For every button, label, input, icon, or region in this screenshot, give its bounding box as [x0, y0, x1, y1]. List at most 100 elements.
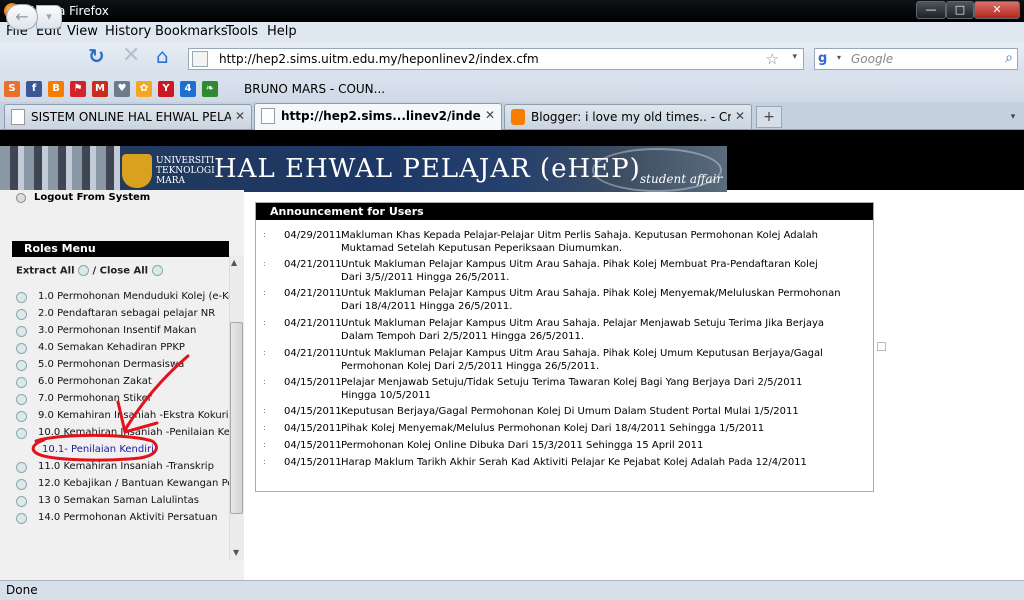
- announcement-date: 04/21/2011: [284, 348, 342, 359]
- menu-item-label[interactable]: 6.0 Permohonan Zakat: [38, 376, 152, 387]
- search-icon[interactable]: ⌕: [1005, 50, 1013, 66]
- tab-close-icon[interactable]: ✕: [485, 108, 495, 122]
- menu-bullet-icon: [16, 326, 27, 337]
- menu-item-label[interactable]: 7.0 Permohonan Stiker: [38, 393, 152, 404]
- close-all-icon[interactable]: [151, 265, 163, 276]
- bm-icon-9[interactable]: 4: [180, 81, 196, 97]
- close-all-link[interactable]: / Close All: [93, 266, 149, 277]
- extract-all-link[interactable]: Extract All: [16, 266, 75, 277]
- bm-icon-4[interactable]: ⚑: [70, 81, 86, 97]
- announcement-bullet: :: [263, 423, 266, 432]
- url-history-dropdown-icon[interactable]: ▾: [792, 52, 797, 62]
- bm-icon-6[interactable]: ♥: [114, 81, 130, 97]
- menu-item[interactable]: 1.0 Permohonan Menduduki Kolej (e-Kolej): [16, 290, 229, 306]
- bm-icon-1[interactable]: S: [4, 81, 20, 97]
- menu-item-label[interactable]: 9.0 Kemahiran Insaniah -Ekstra Kokurikul…: [38, 410, 229, 421]
- menu-item-label[interactable]: 5.0 Permohonan Dermasiswa: [38, 359, 184, 370]
- menu-subitem[interactable]: 10.1- Penilaian Kendiri: [16, 443, 229, 459]
- home-icon[interactable]: ⌂: [156, 46, 178, 68]
- back-button[interactable]: ←: [6, 4, 38, 30]
- tab-blogger[interactable]: Blogger: i love my old times.. - Crea...…: [504, 104, 752, 129]
- forward-dropdown-button[interactable]: ▾: [36, 5, 62, 29]
- tab-close-icon[interactable]: ✕: [735, 109, 745, 123]
- menu-item[interactable]: 6.0 Permohonan Zakat: [16, 375, 229, 391]
- search-engine-dropdown-icon[interactable]: ▾: [837, 53, 841, 62]
- bm-icon-5[interactable]: M: [92, 81, 108, 97]
- url-text[interactable]: http://hep2.sims.uitm.edu.my/heponlinev2…: [219, 52, 539, 66]
- menu-item-label[interactable]: 13 0 Semakan Saman Lalulintas: [38, 495, 199, 506]
- menu-item-label[interactable]: 2.0 Pendaftaran sebagai pelajar NR: [38, 308, 215, 319]
- menu-item-label[interactable]: 10.0 Kemahiran Insaniah -Penilaian Kendi…: [38, 427, 229, 438]
- minimize-button[interactable]: —: [916, 1, 946, 19]
- menu-item-label[interactable]: 12.0 Kebajikan / Bantuan Kewangan Pelaja…: [38, 478, 229, 489]
- menu-item[interactable]: 5.0 Permohonan Dermasiswa: [16, 358, 229, 374]
- menu-item[interactable]: 14.0 Permohonan Aktiviti Persatuan: [16, 511, 229, 527]
- menu-bullet-icon: [16, 513, 27, 524]
- bookmark-star-icon[interactable]: ☆: [766, 50, 779, 68]
- google-engine-icon[interactable]: g: [818, 51, 834, 67]
- announcement-bullet: :: [263, 377, 266, 386]
- menu-item[interactable]: 10.0 Kemahiran Insaniah -Penilaian Kendi…: [16, 426, 229, 442]
- menu-item[interactable]: 4.0 Semakan Kehadiran PPKP: [16, 341, 229, 357]
- stop-icon[interactable]: ✕: [122, 45, 142, 67]
- status-text: Done: [6, 583, 38, 597]
- menu-item-label[interactable]: 11.0 Kemahiran Insaniah -Transkrip: [38, 461, 214, 472]
- announcement-date: 04/15/2011: [284, 406, 342, 417]
- tab-sistem-online[interactable]: SISTEM ONLINE HAL EHWAL PELAJ... ✕: [4, 104, 252, 129]
- sidebar-scroll-thumb[interactable]: [230, 322, 243, 514]
- logout-link[interactable]: Logout From System: [34, 192, 150, 203]
- menu-item-label[interactable]: 14.0 Permohonan Aktiviti Persatuan: [38, 512, 217, 523]
- search-input[interactable]: Google: [851, 52, 893, 66]
- menu-item[interactable]: 7.0 Permohonan Stiker: [16, 392, 229, 408]
- extract-all-icon[interactable]: [78, 265, 90, 276]
- new-tab-button[interactable]: +: [756, 106, 782, 128]
- announcement-text: Untuk Makluman Pelajar Kampus Uitm Arau …: [341, 318, 824, 342]
- menu-item[interactable]: 3.0 Permohonan Insentif Makan: [16, 324, 229, 340]
- menu-item-label[interactable]: 10.1- Penilaian Kendiri: [42, 444, 154, 455]
- bm-icon-2[interactable]: f: [26, 81, 42, 97]
- menu-item[interactable]: 2.0 Pendaftaran sebagai pelajar NR: [16, 307, 229, 323]
- menu-item[interactable]: 9.0 Kemahiran Insaniah -Ekstra Kokurikul…: [16, 409, 229, 425]
- scroll-down-arrow-icon[interactable]: ▼: [233, 548, 239, 557]
- tab-close-icon[interactable]: ✕: [235, 109, 245, 123]
- announcement-date: 04/21/2011: [284, 288, 342, 299]
- bookmark-bruno-mars[interactable]: BRUNO MARS - COUN...: [244, 82, 385, 96]
- bm-icon-3[interactable]: B: [48, 81, 64, 97]
- url-bar[interactable]: http://hep2.sims.uitm.edu.my/heponlinev2…: [188, 48, 804, 70]
- menu-item[interactable]: 11.0 Kemahiran Insaniah -Transkrip: [16, 460, 229, 476]
- uitm-logo: [122, 154, 152, 188]
- announcement-date: 04/21/2011: [284, 318, 342, 329]
- announcement-text: Pelajar Menjawab Setuju/Tidak Setuju Ter…: [341, 377, 803, 401]
- menu-tools[interactable]: Tools: [226, 24, 258, 39]
- announcement-bullet: :: [263, 406, 266, 415]
- close-window-button[interactable]: ✕: [974, 1, 1020, 19]
- menu-item-label[interactable]: 3.0 Permohonan Insentif Makan: [38, 325, 196, 336]
- scroll-up-arrow-icon[interactable]: ▲: [231, 258, 237, 267]
- menu-bookmarks[interactable]: Bookmarks: [155, 24, 228, 39]
- menu-history[interactable]: History: [105, 24, 151, 39]
- status-bar: Done: [0, 580, 1024, 600]
- bm-icon-7[interactable]: ✿: [136, 81, 152, 97]
- bm-icon-10[interactable]: ❧: [202, 81, 218, 97]
- announcement-date: 04/15/2011: [284, 377, 342, 388]
- menu-item-label[interactable]: 4.0 Semakan Kehadiran PPKP: [38, 342, 185, 353]
- announcement-text: Keputusan Berjaya/Gagal Permohonan Kolej…: [341, 406, 799, 417]
- tab-hep2-active[interactable]: http://hep2.sims...linev2/index.cfm ✕: [254, 103, 502, 130]
- announcement-bullet: :: [263, 457, 266, 466]
- menu-help[interactable]: Help: [267, 24, 297, 39]
- list-all-tabs-button[interactable]: ▾: [1004, 106, 1022, 128]
- site-identity-icon[interactable]: [192, 51, 208, 67]
- announcement-bullet: :: [263, 288, 266, 297]
- logout-icon[interactable]: [16, 193, 26, 203]
- bm-icon-8[interactable]: Y: [158, 81, 174, 97]
- announcement-text: Untuk Makluman Pelajar Kampus Uitm Arau …: [341, 259, 818, 283]
- maximize-button[interactable]: □: [946, 1, 974, 19]
- menu-bullet-icon: [16, 343, 27, 354]
- menu-view[interactable]: View: [67, 24, 98, 39]
- small-checkbox[interactable]: [877, 342, 886, 351]
- reload-icon[interactable]: ↻: [88, 46, 108, 66]
- search-bar[interactable]: g ▾ Google ⌕: [814, 48, 1018, 70]
- menu-item[interactable]: 12.0 Kebajikan / Bantuan Kewangan Pelaja…: [16, 477, 229, 493]
- menu-item[interactable]: 13 0 Semakan Saman Lalulintas: [16, 494, 229, 510]
- menu-item-label[interactable]: 1.0 Permohonan Menduduki Kolej (e-Kolej): [38, 291, 229, 302]
